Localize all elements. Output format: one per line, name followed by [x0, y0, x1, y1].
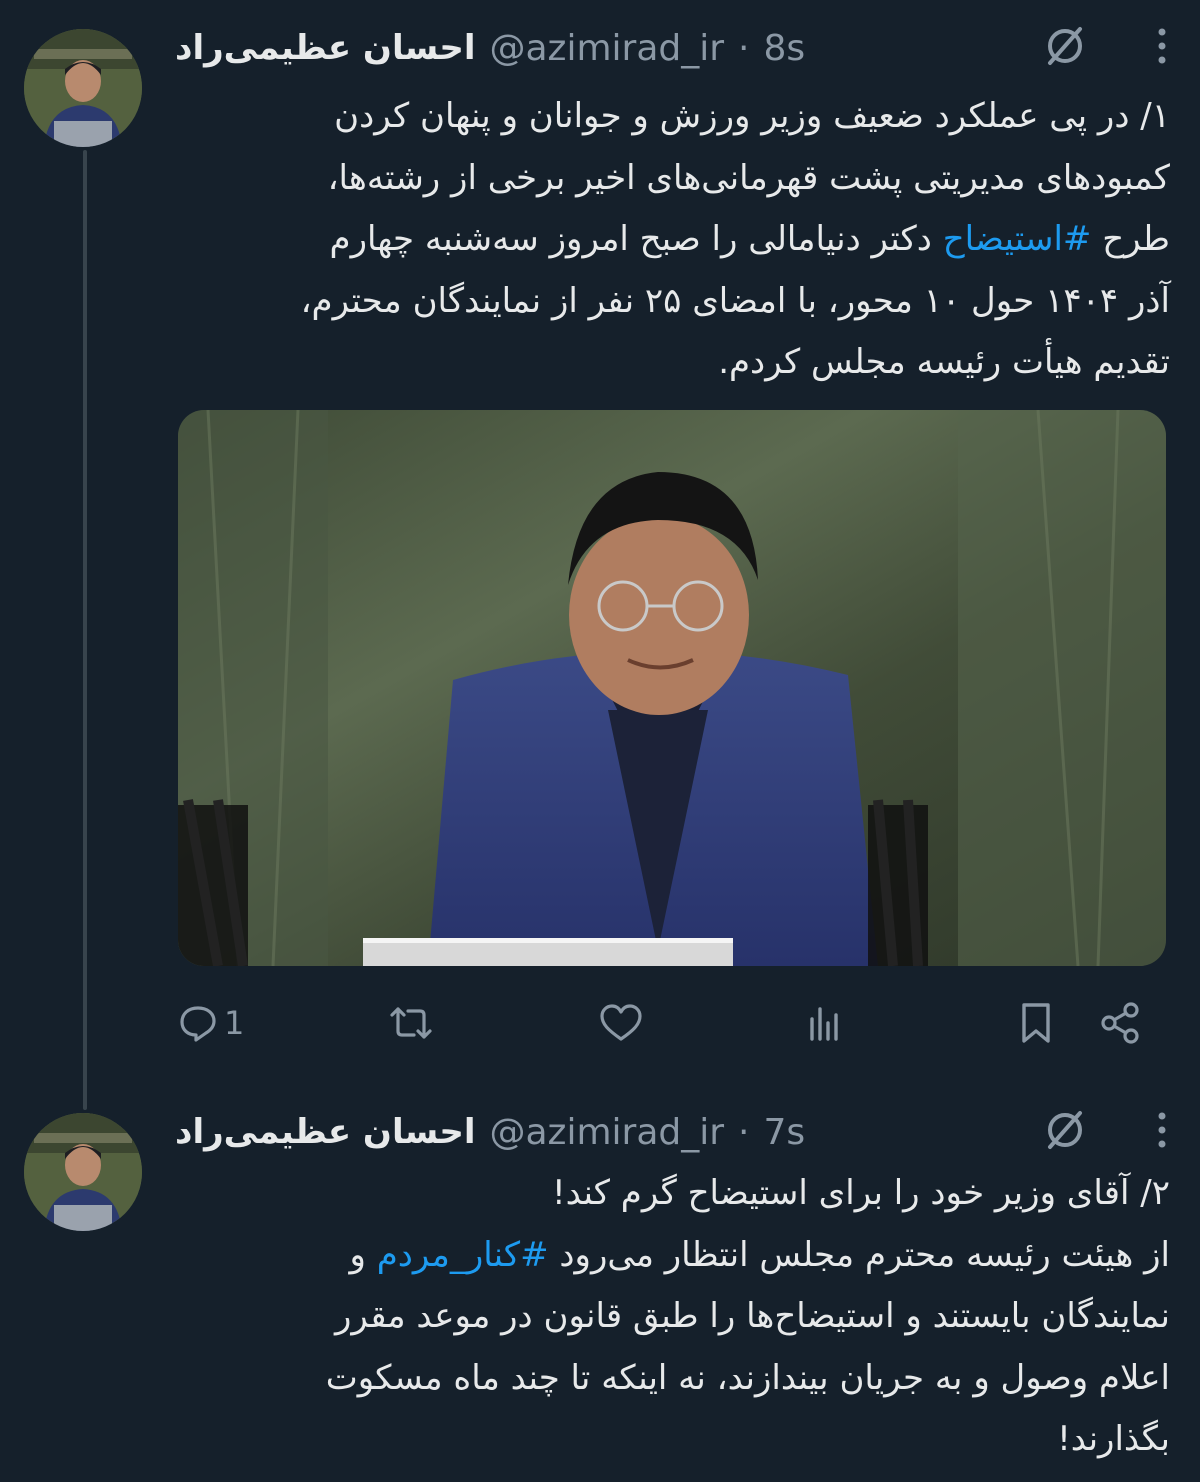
like-icon — [600, 1004, 642, 1041]
tweet-header: احسان عظیمی‌راد @azimirad_ir · 8s — [175, 18, 1170, 78]
bookmark-icon — [1022, 1003, 1050, 1043]
more-icon[interactable] — [1154, 1108, 1170, 1156]
avatar[interactable] — [24, 1113, 142, 1231]
tweet-text-line: نمایندگان بایستند و استیضاح‌ها را طبق قا… — [335, 1296, 1170, 1336]
timestamp[interactable]: 7s — [763, 1112, 805, 1153]
share-icon — [1101, 1002, 1139, 1044]
media-photo — [178, 410, 1166, 966]
tweet-action-bar: 1 — [178, 994, 1166, 1052]
reply-count: 1 — [224, 1004, 245, 1042]
tweet-text-line: اعلام وصول و به جریان بیندازند، نه اینکه… — [325, 1357, 1170, 1398]
tweet-text-line: از هیئت رئیسه محترم مجلس انتظار می‌رود #… — [175, 1225, 1170, 1287]
hashtag-link[interactable]: #کنار_مردم — [377, 1235, 549, 1275]
share-button[interactable] — [1098, 994, 1142, 1052]
author-info[interactable]: احسان عظیمی‌راد @azimirad_ir · 8s — [175, 28, 805, 69]
handle[interactable]: @azimirad_ir — [489, 1112, 724, 1153]
like-button[interactable] — [598, 994, 650, 1052]
tweet-text-line: ۲/ آقای وزیر خود را برای استیضاح گرم کند… — [552, 1173, 1170, 1213]
timestamp[interactable]: 8s — [763, 28, 805, 69]
avatar-photo — [24, 29, 142, 147]
header-actions — [1042, 23, 1170, 73]
display-name[interactable]: احسان عظیمی‌راد — [175, 1112, 475, 1152]
text-segment: و — [349, 1234, 377, 1275]
separator: · — [738, 1111, 750, 1153]
avatar[interactable] — [24, 29, 142, 147]
tweet-media-image[interactable] — [178, 410, 1166, 966]
bookmark-button[interactable] — [1016, 994, 1056, 1052]
tweet-text: ۱/ در پی عملکرد ضعیف وزیر ورزش و جوانان … — [175, 86, 1170, 394]
retweet-button[interactable] — [386, 994, 442, 1052]
grok-icon[interactable] — [1042, 23, 1088, 73]
text-segment: دکتر دنیامالی را صبح امروز سه‌شنبه چهارم — [329, 219, 943, 259]
tweet-text-line: طرح #استیضاح دکتر دنیامالی را صبح امروز … — [175, 209, 1170, 271]
grok-icon[interactable] — [1042, 1107, 1088, 1157]
tweet-header: احسان عظیمی‌راد @azimirad_ir · 7s — [175, 1102, 1170, 1162]
separator: · — [738, 27, 750, 69]
text-segment: طرح — [1091, 219, 1170, 259]
handle[interactable]: @azimirad_ir — [489, 28, 724, 69]
tweet-text-line: تقدیم هیأت رئیسه مجلس کردم. — [718, 342, 1170, 382]
tweet-text-line: ۱/ در پی عملکرد ضعیف وزیر ورزش و جوانان … — [334, 96, 1170, 136]
tweet-text-line: آذر ۱۴۰۴ حول ۱۰ محور، با امضای ۲۵ نفر از… — [300, 280, 1170, 321]
tweet-text-line: بگذارند! — [1057, 1419, 1170, 1459]
author-info[interactable]: احسان عظیمی‌راد @azimirad_ir · 7s — [175, 1112, 805, 1153]
display-name[interactable]: احسان عظیمی‌راد — [175, 28, 475, 68]
reply-icon — [180, 1006, 216, 1042]
thread-connector-line — [83, 150, 87, 1110]
avatar-photo — [24, 1113, 142, 1231]
retweet-icon — [390, 1007, 432, 1039]
reply-button[interactable]: 1 — [178, 994, 244, 1052]
tweet-text: ۲/ آقای وزیر خود را برای استیضاح گرم کند… — [175, 1163, 1170, 1471]
views-icon — [810, 1007, 838, 1041]
hashtag-link[interactable]: #استیضاح — [943, 219, 1092, 259]
tweet-text-line: کمبودهای مدیریتی پشت قهرمانی‌های اخیر بر… — [327, 157, 1170, 198]
views-button[interactable] — [804, 994, 844, 1052]
text-segment: از هیئت رئیسه محترم مجلس انتظار می‌رود — [548, 1234, 1170, 1275]
more-icon[interactable] — [1154, 24, 1170, 72]
header-actions — [1042, 1107, 1170, 1157]
